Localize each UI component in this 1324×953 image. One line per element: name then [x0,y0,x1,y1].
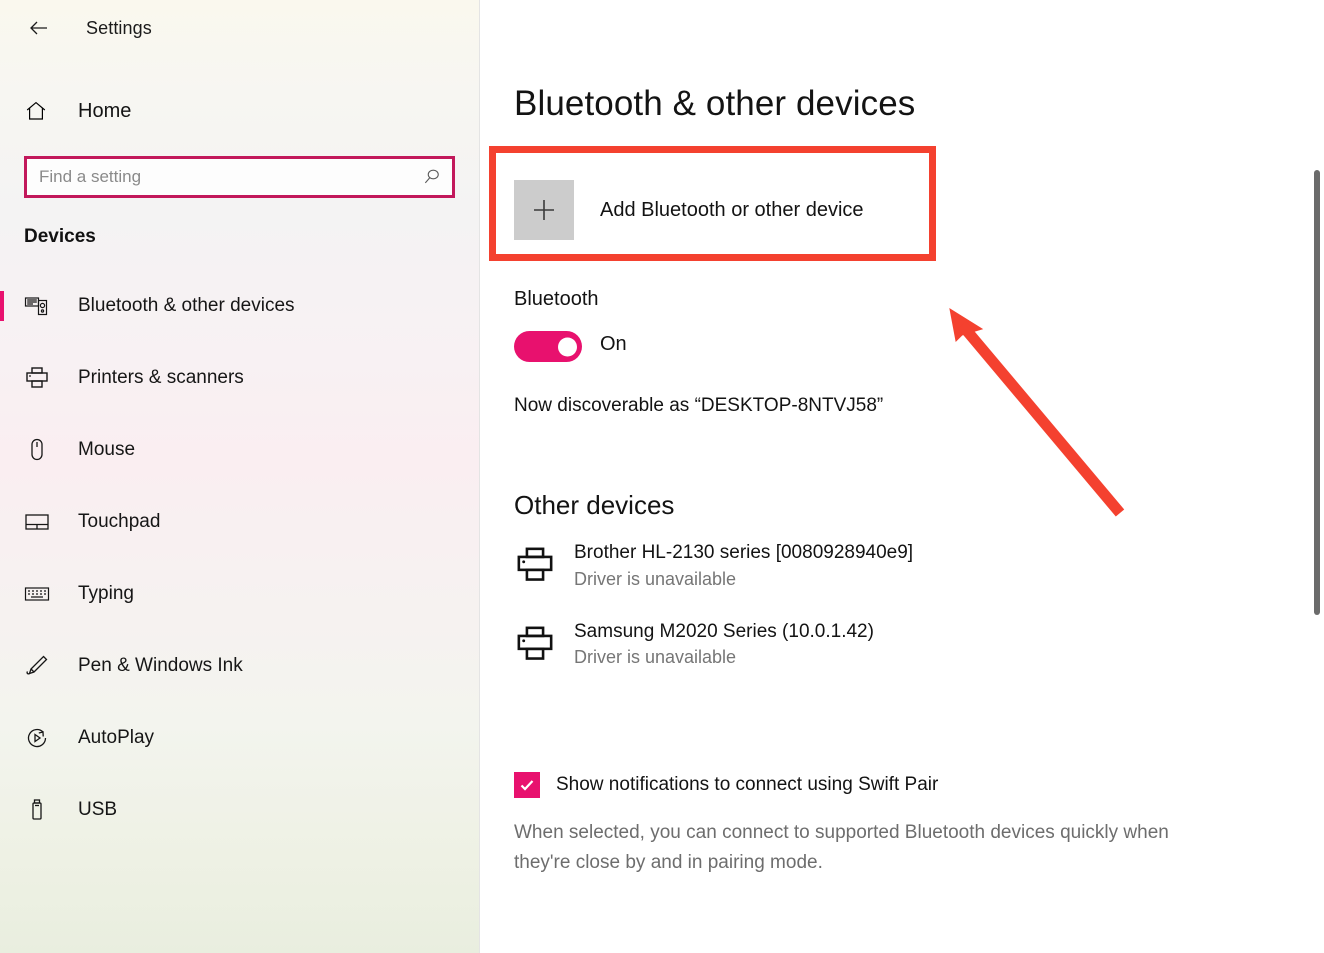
swift-pair-label: Show notifications to connect using Swif… [556,774,939,795]
usb-icon [24,797,58,823]
main-content: Bluetooth & other devices Add Bluetooth … [480,0,1324,953]
discoverable-text: Now discoverable as “DESKTOP-8NTVJ58” [514,395,884,416]
sidebar-nav-list: Bluetooth & other devices Printers & sca… [0,270,479,846]
other-devices-heading: Other devices [514,490,675,520]
arrow-annotation [949,307,1125,517]
sidebar-item-label-home: Home [78,99,132,122]
sidebar-item-label: AutoPlay [78,727,155,748]
device-status: Driver is unavailable [574,568,737,589]
page-title: Bluetooth & other devices [514,84,916,123]
toggle-knob [558,337,577,356]
sidebar-item-mouse[interactable]: Mouse [0,414,479,486]
sidebar-item-label: Mouse [78,439,136,460]
add-device-label: Add Bluetooth or other device [600,198,864,221]
other-devices-list: Brother HL-2130 series [0080928940e9] Dr… [514,540,1274,697]
bluetooth-label: Bluetooth [514,288,599,310]
bluetooth-toggle-state: On [600,333,627,355]
sidebar-item-pen-windows-ink[interactable]: Pen & Windows Ink [0,630,479,702]
bluetooth-devices-icon [24,293,58,319]
sidebar: Settings Home Devices [0,0,480,953]
list-item[interactable]: Brother HL-2130 series [0080928940e9] Dr… [514,540,1274,593]
list-item[interactable]: Samsung M2020 Series (10.0.1.42) Driver … [514,619,1274,672]
sidebar-item-label: Printers & scanners [78,367,244,388]
plus-icon [514,180,574,240]
back-arrow-icon[interactable] [22,11,56,45]
sidebar-item-typing[interactable]: Typing [0,558,479,630]
sidebar-category-heading: Devices [24,226,96,247]
sidebar-item-home[interactable]: Home [0,88,479,134]
pen-icon [24,653,58,679]
sidebar-item-touchpad[interactable]: Touchpad [0,486,479,558]
search-input[interactable] [39,167,422,187]
printer-icon [514,619,564,665]
sidebar-item-label: Pen & Windows Ink [78,655,243,676]
sidebar-item-printers-scanners[interactable]: Printers & scanners [0,342,479,414]
search-box[interactable] [24,156,455,198]
bluetooth-toggle[interactable] [514,331,582,362]
sidebar-item-bluetooth-other-devices[interactable]: Bluetooth & other devices [0,270,479,342]
device-name: Brother HL-2130 series [0080928940e9] [574,542,914,563]
swift-pair-description: When selected, you can connect to suppor… [514,822,1169,874]
swift-pair-checkbox-row[interactable]: Show notifications to connect using Swif… [514,772,938,798]
scrollbar-thumb[interactable] [1314,170,1320,615]
home-icon [24,99,58,123]
keyboard-icon [24,581,58,607]
search-icon[interactable] [422,167,442,187]
add-bluetooth-device-button[interactable]: Add Bluetooth or other device [514,180,864,240]
sidebar-item-label: Bluetooth & other devices [78,295,295,316]
swift-pair-checkbox[interactable] [514,772,540,798]
mouse-icon [24,437,58,463]
device-status: Driver is unavailable [574,647,737,668]
printer-icon [514,540,564,586]
sidebar-item-usb[interactable]: USB [0,774,479,846]
sidebar-item-label: Typing [78,583,134,604]
app-title: Settings [86,17,152,38]
title-bar: Settings [0,0,479,56]
sidebar-item-label: Touchpad [78,511,161,532]
autoplay-icon [24,725,58,751]
device-name: Samsung M2020 Series (10.0.1.42) [574,620,874,642]
touchpad-icon [24,509,58,535]
sidebar-item-autoplay[interactable]: AutoPlay [0,702,479,774]
printer-icon [24,365,58,391]
sidebar-item-label: USB [78,799,118,820]
